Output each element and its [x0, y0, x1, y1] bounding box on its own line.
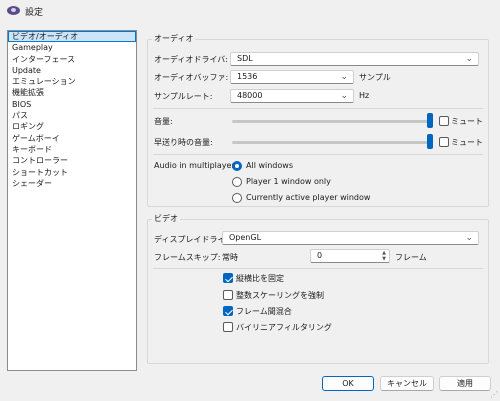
frameskip-prefix: 常時 — [222, 253, 238, 262]
multiplayer-active-window-label[interactable]: Currently active player window — [246, 193, 370, 202]
window-title: 設定 — [25, 8, 44, 18]
sidebar-item-enhancements[interactable]: 機能拡張 — [8, 87, 136, 98]
volume-label: 音量: — [154, 117, 173, 126]
audio-buffer-value: 1536 — [237, 72, 258, 81]
audio-driver-label: オーディオドライバ: — [154, 55, 228, 64]
sidebar-item-paths[interactable]: パス — [8, 110, 136, 121]
apply-button[interactable]: 適用 — [439, 376, 491, 391]
sidebar-item-interface[interactable]: インターフェース — [8, 54, 136, 65]
sidebar-item-keyboard[interactable]: キーボード — [8, 144, 136, 155]
multiplayer-player1-radio[interactable] — [232, 177, 242, 187]
frameskip-unit: フレーム — [395, 253, 427, 262]
sidebar-item-shortcuts[interactable]: ショートカット — [8, 167, 136, 178]
integer-scaling-checkbox[interactable] — [223, 290, 233, 300]
sample-rate-unit: Hz — [359, 91, 370, 100]
audio-group-title: オーディオ — [152, 33, 196, 44]
chevron-down-icon: ⌄ — [340, 91, 348, 101]
sidebar-item-gameboy[interactable]: ゲームボーイ — [8, 133, 136, 144]
multiplayer-active-window-radio[interactable] — [232, 193, 242, 203]
audio-separator — [153, 108, 483, 109]
app-icon — [7, 6, 20, 15]
video-group-title: ビデオ — [152, 213, 180, 224]
settings-category-list[interactable]: ビデオ/オーディオ Gameplay インターフェース Update エミュレー… — [7, 30, 137, 371]
chevron-down-icon: ⌄ — [340, 72, 348, 82]
ok-button[interactable]: OK — [322, 376, 374, 391]
sidebar-item-video-audio[interactable]: ビデオ/オーディオ — [8, 31, 136, 43]
sample-rate-select[interactable]: 48000 ⌄ — [230, 89, 354, 103]
multiplayer-player1-label[interactable]: Player 1 window only — [246, 177, 331, 186]
ff-volume-label: 早送り時の音量: — [154, 138, 213, 147]
chevron-down-icon: ⌄ — [465, 54, 473, 64]
ff-volume-mute-label: ミュート — [451, 138, 483, 147]
audio-buffer-label: オーディオバッファ: — [154, 73, 229, 82]
audio-buffer-unit: サンプル — [359, 73, 391, 82]
multiplayer-all-windows-radio[interactable] — [232, 161, 242, 171]
cancel-button[interactable]: キャンセル — [380, 376, 434, 391]
sidebar-item-controllers[interactable]: コントローラー — [8, 155, 136, 166]
frameskip-value: 0 — [317, 251, 323, 260]
sample-rate-label: サンプルレート: — [154, 92, 213, 101]
lock-aspect-ratio-label[interactable]: 縦横比を固定 — [236, 273, 284, 284]
sidebar-item-logging[interactable]: ロギング — [8, 121, 136, 132]
sample-rate-value: 48000 — [237, 91, 263, 100]
integer-scaling-label[interactable]: 整数スケーリングを強制 — [236, 290, 324, 301]
chevron-down-icon: ⌄ — [465, 233, 473, 243]
ff-volume-slider-handle[interactable] — [427, 134, 433, 149]
sidebar-item-update[interactable]: Update — [8, 65, 136, 76]
audio-driver-value: SDL — [237, 54, 253, 63]
audio-buffer-select[interactable]: 1536 ⌄ — [230, 70, 354, 84]
volume-slider[interactable] — [232, 120, 430, 123]
lock-aspect-ratio-checkbox[interactable] — [223, 273, 233, 283]
display-driver-value: OpenGL — [229, 233, 262, 242]
ff-volume-mute-checkbox[interactable] — [439, 137, 449, 147]
frameskip-spinbox[interactable]: 0 ▲ ▼ — [310, 249, 390, 263]
audio-driver-select[interactable]: SDL ⌄ — [230, 52, 479, 66]
interframe-blending-label[interactable]: フレーム間混合 — [236, 306, 292, 317]
multiplayer-label: Audio in multiplayer: — [154, 161, 238, 170]
sidebar-item-emulation[interactable]: エミュレーション — [8, 76, 136, 87]
volume-mute-label: ミュート — [451, 117, 483, 126]
frameskip-label: フレームスキップ: — [154, 253, 221, 262]
video-separator — [153, 268, 483, 269]
volume-mute-checkbox[interactable] — [439, 116, 449, 126]
title-bar: 設定 — [0, 0, 500, 22]
sidebar-item-bios[interactable]: BIOS — [8, 99, 136, 110]
bilinear-filtering-checkbox[interactable] — [223, 322, 233, 332]
multiplayer-separator — [153, 154, 483, 155]
sidebar-item-shaders[interactable]: シェーダー — [8, 178, 136, 189]
bilinear-filtering-label[interactable]: バイリニアフィルタリング — [236, 322, 332, 333]
resize-grip-icon[interactable]: ⋰ — [490, 390, 498, 399]
sidebar-item-gameplay[interactable]: Gameplay — [8, 42, 136, 53]
display-driver-select[interactable]: OpenGL ⌄ — [222, 231, 479, 245]
interframe-blending-checkbox[interactable] — [223, 306, 233, 316]
spin-arrows-icon[interactable]: ▲ ▼ — [382, 250, 386, 262]
ff-volume-slider[interactable] — [232, 141, 430, 144]
multiplayer-all-windows-label[interactable]: All windows — [246, 161, 293, 170]
volume-slider-handle[interactable] — [427, 113, 433, 128]
